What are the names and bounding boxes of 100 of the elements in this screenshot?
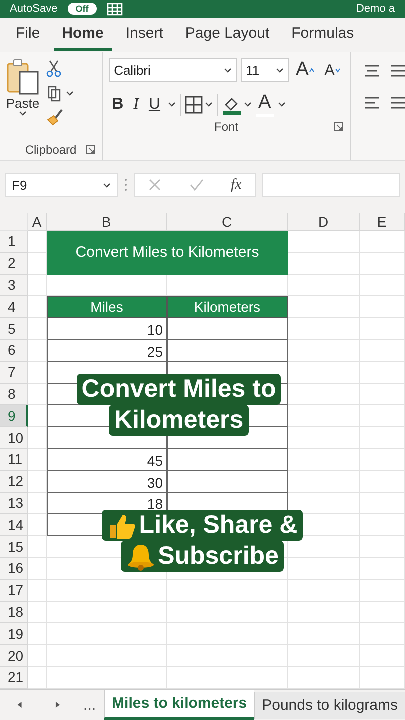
borders-icon: [184, 96, 203, 114]
underline-button[interactable]: U: [146, 96, 164, 114]
ribbon-tab[interactable]: Formulas: [284, 19, 362, 51]
empty-cell: [360, 231, 405, 253]
row-header[interactable]: 2: [0, 252, 28, 275]
font-name-field[interactable]: Calibri: [109, 58, 238, 82]
more-sheets-button[interactable]: ...: [76, 696, 104, 714]
down-caret-icon: [334, 68, 341, 72]
italic-button[interactable]: I: [130, 96, 142, 114]
caret-icon: [224, 68, 232, 72]
row-header[interactable]: 4: [0, 296, 28, 318]
row-header[interactable]: 19: [0, 623, 28, 646]
insert-function-button[interactable]: fx: [230, 176, 242, 194]
row-header[interactable]: 21: [0, 666, 28, 689]
row-header[interactable]: 1: [0, 231, 28, 253]
scissors-icon[interactable]: [46, 60, 62, 78]
table-icon[interactable]: [106, 2, 123, 16]
row-header[interactable]: 15: [0, 536, 28, 558]
row-header[interactable]: 5: [0, 318, 28, 340]
empty-cell: [360, 470, 405, 493]
column-header[interactable]: A: [28, 213, 47, 231]
row-header[interactable]: 17: [0, 580, 28, 602]
row-header[interactable]: 6: [0, 340, 28, 362]
empty-cell: [360, 492, 405, 514]
row-header[interactable]: 8: [0, 384, 28, 406]
empty-cell: [360, 405, 405, 428]
drag-handle-icon[interactable]: [124, 178, 128, 192]
ribbon-tab[interactable]: File: [8, 19, 48, 51]
clipboard-icon: [6, 58, 40, 96]
up-caret-icon: [308, 68, 315, 72]
empty-cell: [360, 580, 405, 602]
sheet-tab[interactable]: Pounds to kilograms: [254, 692, 405, 719]
empty-cell: [360, 558, 405, 580]
caret-icon: [278, 102, 286, 107]
group-label: Font: [214, 120, 239, 134]
caret-icon: [204, 102, 213, 107]
formula-field[interactable]: [262, 173, 400, 197]
empty-cell: [28, 623, 47, 646]
sheet-title-cell: Convert Miles to Kilometers: [47, 231, 288, 275]
paste-button[interactable]: Paste: [6, 58, 40, 140]
caret-icon: [103, 182, 111, 188]
file-name: Demo a: [356, 3, 395, 15]
font-color-button[interactable]: A: [256, 92, 274, 117]
empty-cell: [360, 362, 405, 384]
dialog-launcher-icon[interactable]: [86, 145, 96, 155]
row-header[interactable]: 13: [0, 492, 28, 514]
empty-cell: [288, 623, 360, 646]
borders-button[interactable]: [184, 96, 213, 114]
caption-text: Like, Share &: [102, 510, 303, 541]
empty-cell: [360, 514, 405, 536]
column-header[interactable]: B: [47, 213, 167, 231]
font-size-field[interactable]: 11: [241, 58, 290, 82]
empty-cell: [360, 448, 405, 471]
checkmark-icon[interactable]: [188, 178, 205, 192]
empty-cell: [288, 602, 360, 624]
ribbon-tab[interactable]: Page Layout: [177, 19, 278, 51]
row-header[interactable]: 14: [0, 514, 28, 536]
row-header[interactable]: 16: [0, 558, 28, 580]
empty-cell: [288, 274, 360, 296]
name-box[interactable]: F9: [5, 173, 118, 197]
table-header-cell: Kilometers: [167, 296, 288, 318]
row-header[interactable]: 9: [0, 405, 28, 428]
column-header[interactable]: D: [288, 213, 360, 231]
caption-text: Subscribe: [121, 541, 284, 572]
empty-cell: [360, 602, 405, 624]
empty-cell: [360, 274, 405, 296]
align-left-icon[interactable]: [365, 96, 405, 110]
autosave-toggle[interactable]: Off: [68, 3, 97, 15]
row-header[interactable]: 11: [0, 448, 28, 471]
decrease-font-size-button[interactable]: A: [322, 62, 344, 78]
table-cell: 30: [47, 470, 167, 493]
increase-font-size-button[interactable]: A: [293, 59, 318, 81]
empty-cell: [288, 558, 360, 580]
bold-button[interactable]: B: [109, 96, 127, 114]
caret-icon: [244, 102, 252, 107]
row-header[interactable]: 10: [0, 427, 28, 449]
copy-button[interactable]: [46, 84, 74, 102]
row-header[interactable]: 18: [0, 602, 28, 624]
row-header[interactable]: 12: [0, 470, 28, 493]
empty-cell: [28, 645, 47, 667]
align-top-icon[interactable]: [365, 64, 405, 78]
empty-cell: [288, 580, 360, 602]
row-header[interactable]: 3: [0, 274, 28, 296]
empty-cell: [360, 252, 405, 275]
bell-icon: [126, 542, 156, 570]
row-header[interactable]: 20: [0, 645, 28, 667]
sheet-tab[interactable]: Miles to kilometers: [104, 690, 254, 720]
row-header[interactable]: 7: [0, 362, 28, 384]
dialog-launcher-icon[interactable]: [334, 122, 344, 132]
column-header[interactable]: C: [167, 213, 288, 231]
empty-cell: [360, 536, 405, 558]
ribbon-tab[interactable]: Insert: [118, 19, 172, 51]
empty-cell: [360, 318, 405, 340]
table-cell: 25: [47, 340, 167, 362]
column-header[interactable]: E: [360, 213, 405, 231]
caret-icon: [168, 102, 176, 107]
table-cell: 10: [47, 318, 167, 340]
empty-cell: [288, 645, 360, 667]
empty-cell: [28, 580, 47, 602]
paintbrush-icon[interactable]: [46, 108, 64, 126]
